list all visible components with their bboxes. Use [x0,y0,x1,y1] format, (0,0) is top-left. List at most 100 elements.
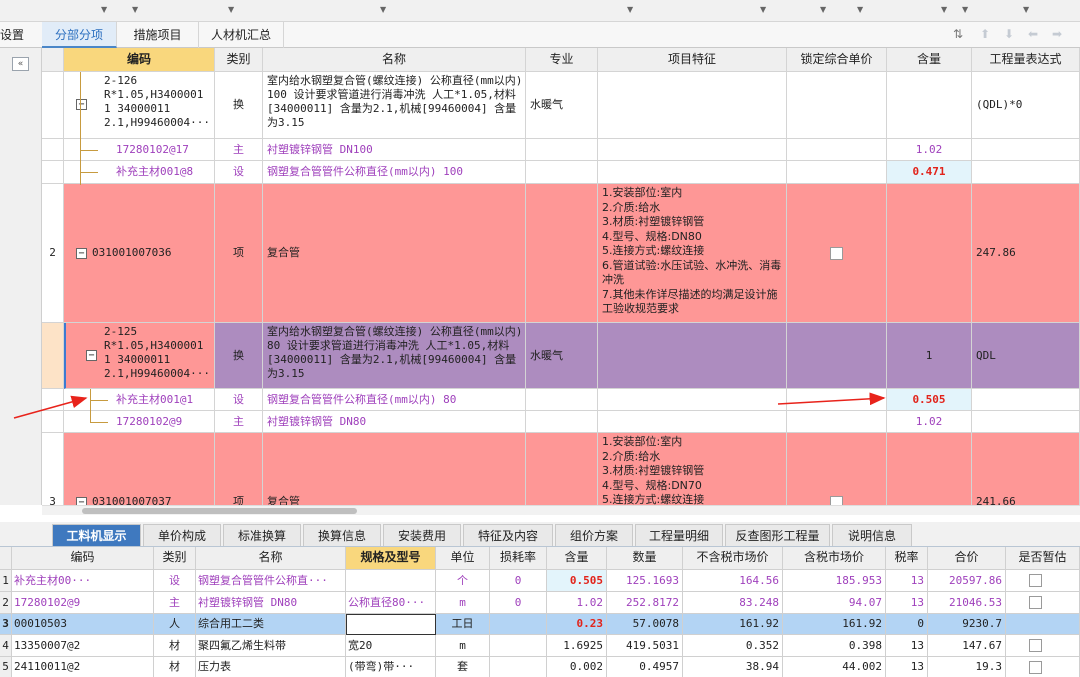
estimated-checkbox[interactable] [1029,574,1042,587]
content-cell[interactable] [887,433,972,505]
unit-cell[interactable]: 个 [436,570,490,592]
collapse-tree-icon[interactable]: − [76,496,87,505]
type-cell[interactable]: 换 [215,323,263,389]
tax-cell[interactable]: 13 [886,657,928,677]
price-in-cell[interactable]: 185.953 [783,570,886,592]
header-major[interactable]: 专业 [526,48,598,72]
quantity-cell[interactable]: 419.5031 [607,635,683,657]
major-cell[interactable] [526,161,598,184]
code-cell[interactable]: 24110011@2 [12,657,154,677]
loss-cell[interactable] [490,657,547,677]
quantity-cell[interactable]: 57.0078 [607,614,683,635]
expression-cell[interactable] [972,161,1080,184]
code-cell[interactable]: 补充主材001@1 [64,389,215,411]
dropdown-arrow-icon[interactable]: ▼ [962,5,968,14]
major-cell[interactable] [526,184,598,323]
header-code[interactable]: 编码 [12,547,154,570]
loss-cell[interactable] [490,614,547,635]
dropdown-arrow-icon[interactable]: ▼ [760,5,766,14]
collapse-tree-icon[interactable]: − [76,99,87,110]
loss-cell[interactable]: 0 [490,570,547,592]
header-estimated[interactable]: 是否暂估 [1006,547,1080,570]
price-ex-cell[interactable]: 83.248 [683,592,783,614]
estimated-cell[interactable] [1006,635,1080,657]
quantity-cell[interactable]: 0.4957 [607,657,683,677]
header-content[interactable]: 含量 [887,48,972,72]
header-loss-rate[interactable]: 损耗率 [490,547,547,570]
dropdown-arrow-icon[interactable]: ▼ [101,5,107,14]
dropdown-arrow-icon[interactable]: ▼ [228,5,234,14]
features-cell[interactable]: 1.安装部位:室内 2.介质:给水 3.材质:衬塑镀锌钢管 4.型号、规格:DN… [598,184,787,323]
code-cell[interactable]: 17280102@9 [12,592,154,614]
collapse-tree-icon[interactable]: − [86,350,97,361]
lock-price-cell[interactable] [787,323,887,389]
content-cell[interactable]: 1 [887,323,972,389]
header-quantity[interactable]: 数量 [607,547,683,570]
header-price-in-tax[interactable]: 含税市场价 [783,547,886,570]
tax-cell[interactable]: 13 [886,592,928,614]
dropdown-arrow-icon[interactable]: ▼ [1023,5,1029,14]
total-cell[interactable]: 9230.7 [928,614,1006,635]
code-cell[interactable]: − 031001007037 [64,433,215,505]
lock-price-checkbox[interactable] [830,246,843,260]
horizontal-scrollbar[interactable] [42,505,1080,515]
arrow-right-icon[interactable]: ➡ [1052,27,1062,41]
tab-settings[interactable]: 设置 [0,22,30,48]
type-cell[interactable]: 设 [215,389,263,411]
header-unit[interactable]: 单位 [436,547,490,570]
price-ex-cell[interactable]: 164.56 [683,570,783,592]
tab-quantity-detail[interactable]: 工程量明细 [635,524,723,546]
expression-cell[interactable]: 247.86 [972,184,1080,323]
expression-cell[interactable] [972,389,1080,411]
content-cell[interactable]: 1.02 [887,411,972,433]
expression-cell[interactable]: (QDL)*0 [972,72,1080,139]
type-cell[interactable]: 材 [154,635,196,657]
lock-price-cell[interactable] [787,433,887,505]
lock-price-cell[interactable] [787,389,887,411]
content-cell[interactable]: 0.23 [547,614,607,635]
name-cell[interactable]: 复合管 [263,433,526,505]
dropdown-arrow-icon[interactable]: ▼ [132,5,138,14]
collapse-tree-icon[interactable]: − [76,247,87,259]
tab-install-fee[interactable]: 安装费用 [383,524,461,546]
name-cell[interactable]: 综合用工二类 [196,614,346,635]
estimated-checkbox[interactable] [1029,596,1042,609]
expression-cell[interactable]: QDL [972,323,1080,389]
type-cell[interactable]: 主 [215,139,263,161]
code-cell[interactable]: 补充主材00··· [12,570,154,592]
tab-description[interactable]: 说明信息 [832,524,912,546]
major-cell[interactable] [526,139,598,161]
type-cell[interactable]: 材 [154,657,196,677]
code-cell[interactable]: 00010503 [12,614,154,635]
spec-cell[interactable]: 公称直径80··· [346,592,436,614]
header-type[interactable]: 类别 [215,48,263,72]
total-cell[interactable]: 147.67 [928,635,1006,657]
price-ex-cell[interactable]: 0.352 [683,635,783,657]
expression-cell[interactable] [972,139,1080,161]
header-lock-price[interactable]: 锁定综合单价 [787,48,887,72]
header-tax-rate[interactable]: 税率 [886,547,928,570]
dropdown-arrow-icon[interactable]: ▼ [380,5,386,14]
tab-rencaiji-huizong[interactable]: 人材机汇总 [199,22,284,48]
name-cell[interactable]: 室内给水钢塑复合管(螺纹连接) 公称直径(mm以内) 80 设计要求管道进行消毒… [263,323,526,389]
tab-standard-conversion[interactable]: 标准换算 [223,524,301,546]
header-expression[interactable]: 工程量表达式 [972,48,1080,72]
content-cell[interactable]: 0.505 [887,389,972,411]
code-cell[interactable]: − 2-125 R*1.05,H3400001 1 34000011 2.1,H… [64,323,215,389]
major-cell[interactable] [526,389,598,411]
type-cell[interactable]: 项 [215,433,263,505]
code-cell[interactable]: − 2-126 R*1.05,H3400001 1 34000011 2.1,H… [64,72,215,139]
type-cell[interactable]: 主 [154,592,196,614]
name-cell[interactable]: 衬塑镀锌钢管 DN80 [196,592,346,614]
spec-cell[interactable]: 宽20 [346,635,436,657]
header-total[interactable]: 合价 [928,547,1006,570]
tax-cell[interactable]: 0 [886,614,928,635]
dropdown-arrow-icon[interactable]: ▼ [820,5,826,14]
tab-material-display[interactable]: 工料机显示 [52,524,141,546]
tab-pricing-scheme[interactable]: 组价方案 [555,524,633,546]
header-price-ex-tax[interactable]: 不含税市场价 [683,547,783,570]
lock-price-cell[interactable] [787,139,887,161]
price-in-cell[interactable]: 94.07 [783,592,886,614]
unit-cell[interactable]: m [436,592,490,614]
features-cell[interactable] [598,72,787,139]
